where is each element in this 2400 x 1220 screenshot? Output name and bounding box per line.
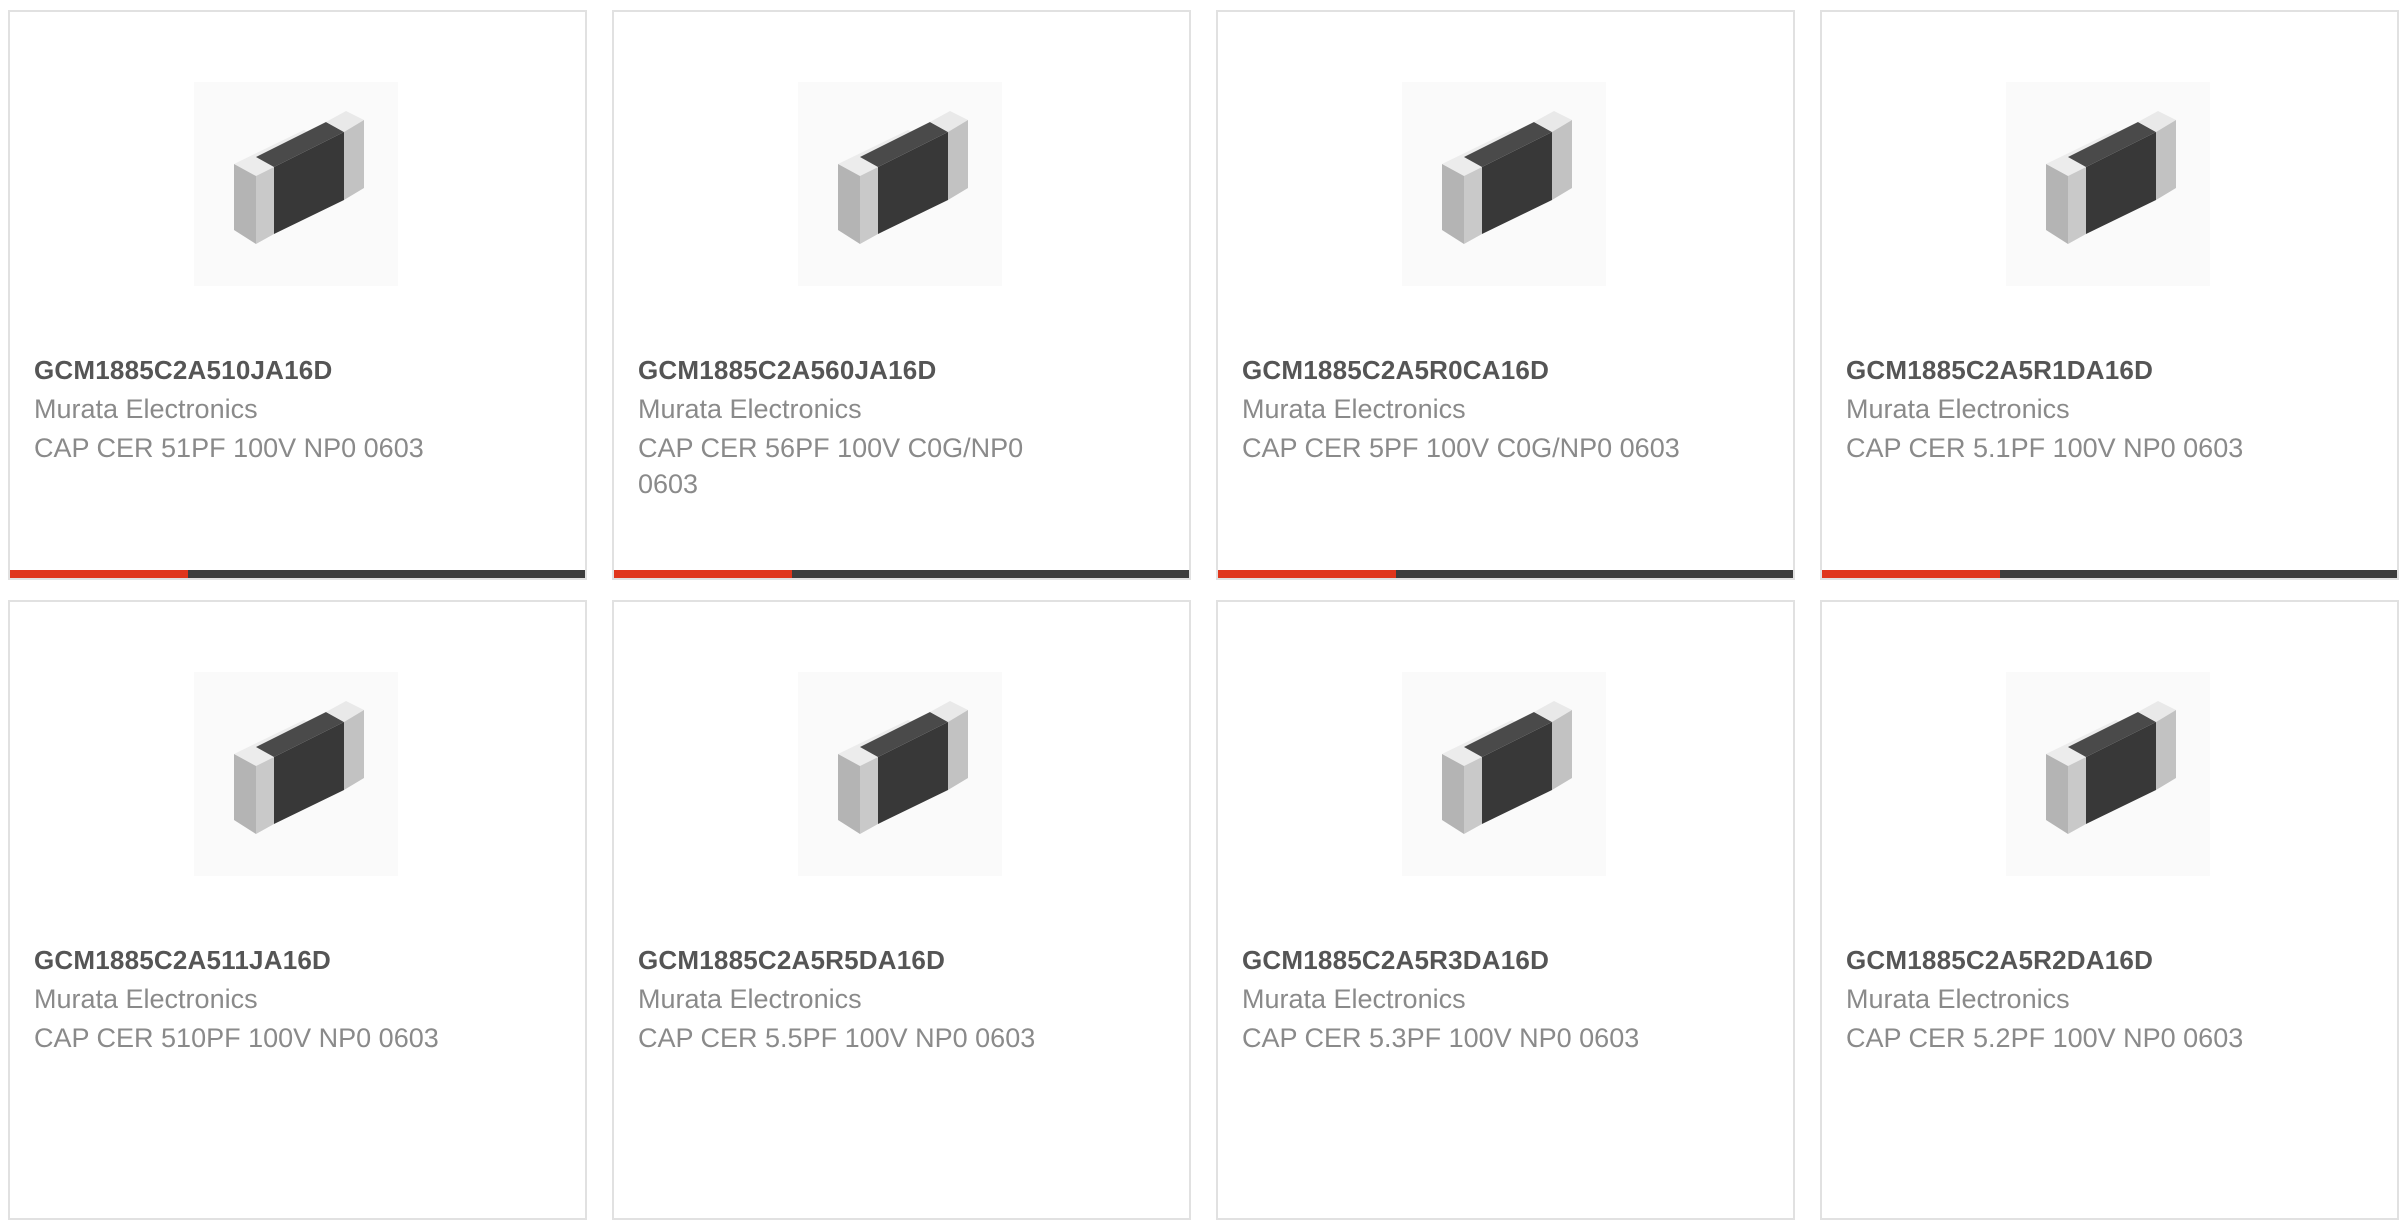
product-grid: GCM1885C2A510JA16D Murata Electronics CA…	[8, 10, 2400, 1220]
part-number[interactable]: GCM1885C2A5R2DA16D	[1846, 945, 2153, 976]
manufacturer-name: Murata Electronics	[1242, 394, 1466, 424]
product-card[interactable]: GCM1885C2A5R5DA16D Murata Electronics CA…	[612, 600, 1191, 1220]
product-card[interactable]: GCM1885C2A511JA16D Murata Electronics CA…	[8, 600, 587, 1220]
product-card[interactable]: GCM1885C2A5R3DA16D Murata Electronics CA…	[1216, 600, 1795, 1220]
product-card[interactable]: GCM1885C2A560JA16D Murata Electronics CA…	[612, 10, 1191, 580]
progress-bar-fill	[10, 570, 189, 578]
manufacturer-name: Murata Electronics	[1846, 984, 2070, 1014]
ceramic-capacitor-chip-icon[interactable]	[798, 672, 1002, 876]
ceramic-capacitor-chip-icon[interactable]	[1402, 672, 1606, 876]
product-description: CAP CER 5PF 100V C0G/NP0 0603	[1242, 433, 1680, 463]
part-number[interactable]: GCM1885C2A5R0CA16D	[1242, 355, 1549, 386]
product-description: CAP CER 5.3PF 100V NP0 0603	[1242, 1023, 1640, 1053]
progress-bar	[614, 570, 1189, 578]
ceramic-capacitor-chip-icon[interactable]	[1402, 82, 1606, 286]
ceramic-capacitor-chip-icon[interactable]	[194, 672, 398, 876]
ceramic-capacitor-chip-icon[interactable]	[194, 82, 398, 286]
manufacturer-name: Murata Electronics	[1846, 394, 2070, 424]
part-number[interactable]: GCM1885C2A560JA16D	[638, 355, 936, 386]
product-description: CAP CER 5.5PF 100V NP0 0603	[638, 1023, 1036, 1053]
manufacturer-name: Murata Electronics	[1242, 984, 1466, 1014]
manufacturer-name: Murata Electronics	[638, 394, 862, 424]
progress-bar-fill	[1218, 570, 1397, 578]
product-description: CAP CER 5.2PF 100V NP0 0603	[1846, 1023, 2244, 1053]
product-card[interactable]: GCM1885C2A5R0CA16D Murata Electronics CA…	[1216, 10, 1795, 580]
manufacturer-name: Murata Electronics	[34, 394, 258, 424]
product-description: CAP CER 51PF 100V NP0 0603	[34, 433, 424, 463]
product-card[interactable]: GCM1885C2A5R1DA16D Murata Electronics CA…	[1820, 10, 2399, 580]
progress-bar	[1822, 570, 2397, 578]
progress-bar-fill	[1822, 570, 2001, 578]
product-card[interactable]: GCM1885C2A5R2DA16D Murata Electronics CA…	[1820, 600, 2399, 1220]
progress-bar	[1218, 570, 1793, 578]
part-number[interactable]: GCM1885C2A510JA16D	[34, 355, 332, 386]
ceramic-capacitor-chip-icon[interactable]	[798, 82, 1002, 286]
ceramic-capacitor-chip-icon[interactable]	[2006, 672, 2210, 876]
product-description: CAP CER 5.1PF 100V NP0 0603	[1846, 433, 2244, 463]
progress-bar	[10, 570, 585, 578]
product-card[interactable]: GCM1885C2A510JA16D Murata Electronics CA…	[8, 10, 587, 580]
progress-bar-fill	[614, 570, 793, 578]
part-number[interactable]: GCM1885C2A511JA16D	[34, 945, 331, 976]
product-description: CAP CER 510PF 100V NP0 0603	[34, 1023, 439, 1053]
part-number[interactable]: GCM1885C2A5R1DA16D	[1846, 355, 2153, 386]
ceramic-capacitor-chip-icon[interactable]	[2006, 82, 2210, 286]
manufacturer-name: Murata Electronics	[638, 984, 862, 1014]
part-number[interactable]: GCM1885C2A5R3DA16D	[1242, 945, 1549, 976]
manufacturer-name: Murata Electronics	[34, 984, 258, 1014]
product-description: CAP CER 56PF 100V C0G/NP0 0603	[638, 433, 1024, 499]
part-number[interactable]: GCM1885C2A5R5DA16D	[638, 945, 945, 976]
